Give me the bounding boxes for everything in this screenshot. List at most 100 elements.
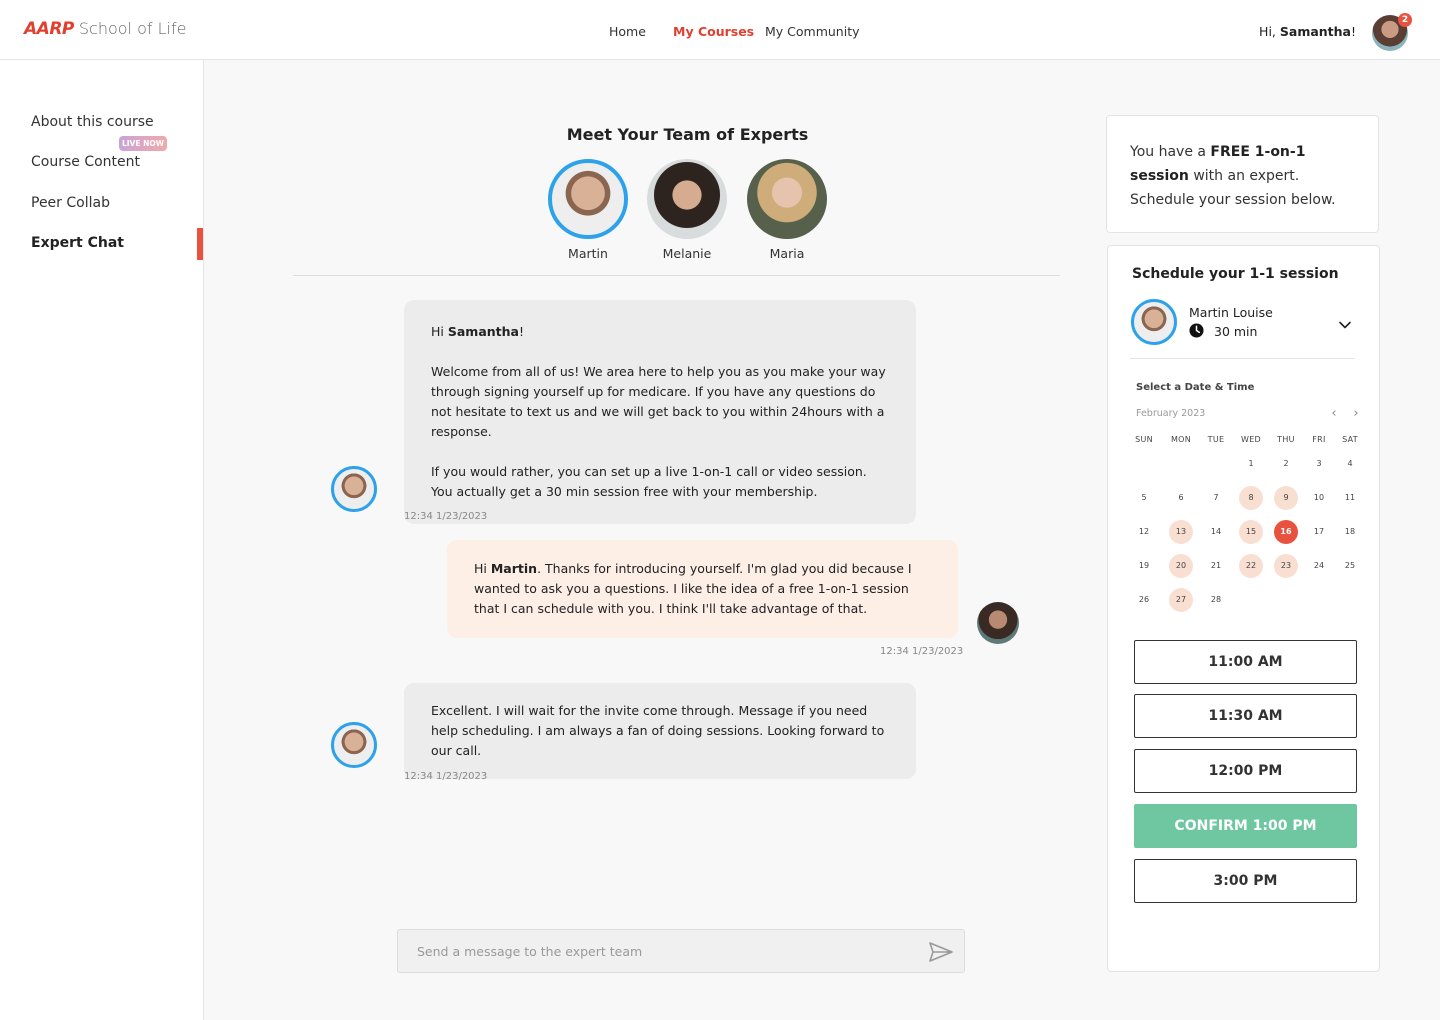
- calendar-day: 26: [1138, 595, 1150, 604]
- greeting-suffix: !: [518, 324, 524, 339]
- active-item-marker: [197, 228, 203, 260]
- chevron-down-icon[interactable]: [1338, 319, 1352, 331]
- notification-badge[interactable]: 2: [1398, 13, 1412, 27]
- schedule-divider: [1130, 358, 1355, 359]
- live-now-badge[interactable]: LIVE NOW: [119, 136, 167, 151]
- calendar-day: 18: [1344, 527, 1356, 536]
- calendar-day: 21: [1210, 561, 1222, 570]
- logo-text: School of Life: [78, 19, 187, 38]
- message-timestamp: 12:34 1/23/2023: [404, 771, 488, 782]
- calendar-day[interactable]: 9: [1274, 486, 1298, 510]
- calendar-day[interactable]: 13: [1169, 520, 1193, 544]
- clock-icon: [1189, 323, 1204, 338]
- weekday-label: TUE: [1207, 435, 1225, 444]
- time-slot-button[interactable]: 3:00 PM: [1134, 859, 1357, 903]
- greeting-prefix: Hi: [474, 561, 491, 576]
- expert-photo: [647, 159, 727, 239]
- calendar-day-selected[interactable]: 16: [1274, 520, 1298, 544]
- calendar-day: 11: [1344, 493, 1356, 502]
- greeting-name: Samantha: [447, 324, 519, 339]
- weekday-label: WED: [1240, 435, 1262, 444]
- calendar-day: 1: [1248, 459, 1254, 468]
- calendar-day: 4: [1347, 459, 1353, 468]
- greeting-suffix: !: [1350, 24, 1356, 39]
- expert-martin[interactable]: Martin: [548, 159, 628, 261]
- calendar-day[interactable]: 27: [1169, 588, 1193, 612]
- calendar-day[interactable]: 22: [1239, 554, 1263, 578]
- time-slot-button[interactable]: 11:30 AM: [1134, 694, 1357, 738]
- weekday-label: SAT: [1342, 435, 1358, 444]
- expert-message: Hi Samantha! Welcome from all of us! We …: [404, 300, 916, 524]
- calendar-day: 19: [1138, 561, 1150, 570]
- calendar-day: 28: [1210, 595, 1222, 604]
- expert-photo: [548, 159, 628, 239]
- greeting-user-name: Samantha: [1279, 24, 1351, 39]
- nav-home[interactable]: Home: [609, 24, 646, 39]
- calendar-day: 7: [1213, 493, 1219, 502]
- user-chat-avatar: [977, 602, 1019, 644]
- greeting-prefix: Hi: [431, 324, 448, 339]
- weekday-label: MON: [1170, 435, 1192, 444]
- nav-my-courses[interactable]: My Courses: [673, 24, 754, 39]
- calendar-month: February 2023: [1136, 408, 1206, 419]
- course-sidebar: About this course Course Content Peer Co…: [0, 60, 204, 1020]
- expert-avatar: [331, 466, 377, 512]
- sidebar-item-about[interactable]: About this course: [31, 114, 154, 130]
- top-header: AARP School of Life Home My Courses My C…: [0, 0, 1440, 60]
- calendar-day[interactable]: 8: [1239, 486, 1263, 510]
- expert-name: Martin: [568, 246, 608, 261]
- calendar-day: 3: [1316, 459, 1322, 468]
- greeting-prefix: Hi,: [1259, 24, 1280, 39]
- send-icon[interactable]: [928, 941, 954, 963]
- expert-message: Excellent. I will wait for the invite co…: [404, 683, 916, 779]
- nav-my-community[interactable]: My Community: [765, 24, 860, 39]
- expert-select-name[interactable]: Martin Louise: [1189, 305, 1273, 320]
- calendar-day[interactable]: 20: [1169, 554, 1193, 578]
- time-slot-button[interactable]: 11:00 AM: [1134, 640, 1357, 684]
- free-session-prefix: You have a: [1130, 144, 1211, 160]
- calendar-day: 5: [1141, 493, 1147, 502]
- calendar-day: 14: [1210, 527, 1222, 536]
- message-body: . Thanks for introducing yourself. I'm g…: [474, 561, 912, 616]
- message-greeting: Hi Samantha!: [431, 322, 889, 342]
- expert-avatar: [331, 722, 377, 768]
- confirm-time-button[interactable]: CONFIRM 1:00 PM: [1134, 804, 1357, 848]
- logo-brand: AARP: [24, 19, 74, 39]
- calendar-day: 12: [1138, 527, 1150, 536]
- calendar-day[interactable]: 15: [1239, 520, 1263, 544]
- expert-melanie[interactable]: Melanie: [647, 159, 727, 261]
- user-message: Hi Martin. Thanks for introducing yourse…: [447, 540, 958, 638]
- weekday-label: THU: [1277, 435, 1295, 444]
- session-duration: 30 min: [1214, 324, 1258, 339]
- message-paragraph: If you would rather, you can set up a li…: [431, 464, 867, 499]
- calendar-day: 25: [1344, 561, 1356, 570]
- expert-maria[interactable]: Maria: [747, 159, 827, 261]
- calendar-day: 6: [1178, 493, 1184, 502]
- date-time-label: Select a Date & Time: [1136, 382, 1255, 393]
- prev-month-icon[interactable]: ‹: [1328, 406, 1340, 421]
- calendar-day: 17: [1313, 527, 1325, 536]
- expert-photo: [747, 159, 827, 239]
- next-month-icon[interactable]: ›: [1350, 406, 1362, 421]
- calendar-day: 2: [1283, 459, 1289, 468]
- sidebar-item-expert-chat[interactable]: Expert Chat: [31, 235, 124, 251]
- expert-name: Melanie: [662, 246, 712, 261]
- greeting-name: Martin: [490, 561, 538, 576]
- schedule-title: Schedule your 1-1 session: [1132, 266, 1339, 282]
- message-input[interactable]: [397, 929, 965, 973]
- expert-name: Maria: [769, 246, 805, 261]
- sidebar-item-peer-collab[interactable]: Peer Collab: [31, 195, 110, 211]
- experts-divider: [293, 275, 1060, 276]
- message-timestamp: 12:34 1/23/2023: [880, 646, 964, 657]
- time-slot-button[interactable]: 12:00 PM: [1134, 749, 1357, 793]
- sidebar-item-course-content[interactable]: Course Content: [31, 154, 140, 170]
- weekday-label: FRI: [1312, 435, 1326, 444]
- message-text: Hi Martin. Thanks for introducing yourse…: [474, 559, 931, 619]
- calendar-day: 10: [1313, 493, 1325, 502]
- calendar-day[interactable]: 23: [1274, 554, 1298, 578]
- experts-title: Meet Your Team of Experts: [566, 125, 809, 144]
- aarp-logo[interactable]: AARP School of Life: [24, 19, 186, 39]
- message-paragraph: Welcome from all of us! We area here to …: [431, 364, 886, 439]
- calendar-day: 24: [1313, 561, 1325, 570]
- weekday-label: SUN: [1135, 435, 1153, 444]
